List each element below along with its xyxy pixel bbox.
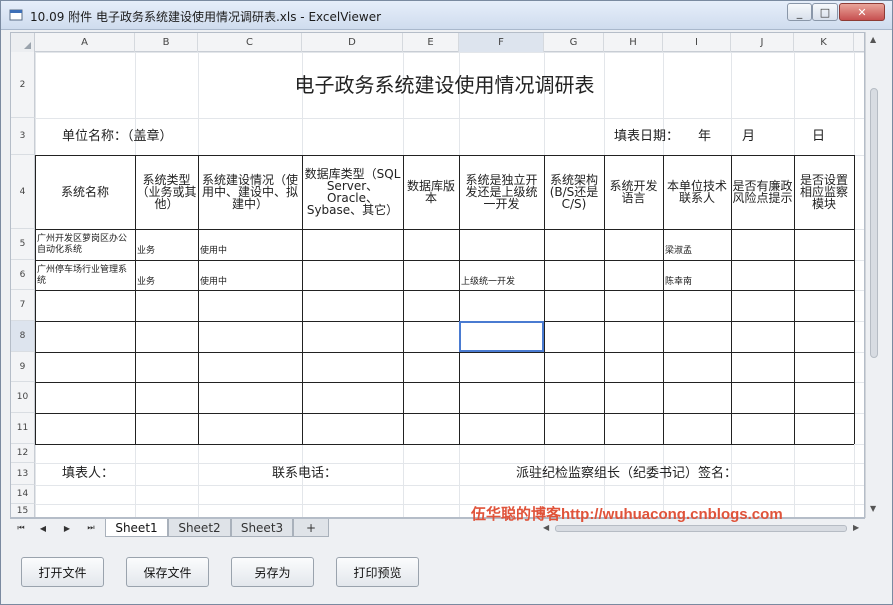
row-header-10[interactable]: 10 bbox=[11, 382, 35, 413]
excelviewer-window: 10.09 附件 电子政务系统建设使用情况调研表.xls - ExcelView… bbox=[0, 0, 893, 605]
scroll-left-icon[interactable]: ◀ bbox=[543, 523, 549, 532]
app-icon bbox=[9, 9, 23, 21]
scroll-down-icon[interactable]: ▼ bbox=[870, 504, 876, 513]
date-month-label[interactable]: 月 bbox=[742, 118, 762, 155]
close-icon: ✕ bbox=[857, 5, 867, 19]
column-header-f[interactable]: F bbox=[459, 33, 544, 52]
maximize-button[interactable]: □ bbox=[812, 3, 838, 21]
table-header-e[interactable]: 数据库版本 bbox=[403, 155, 459, 229]
row-header-9[interactable]: 9 bbox=[11, 352, 35, 382]
title-bar: 10.09 附件 电子政务系统建设使用情况调研表.xls - ExcelView… bbox=[1, 1, 892, 30]
table-header-b[interactable]: 系统类型（业务或其他） bbox=[135, 155, 198, 229]
add-sheet-button[interactable]: + bbox=[293, 519, 329, 537]
row-header-5[interactable]: 5 bbox=[11, 229, 35, 260]
tab-sheet1[interactable]: Sheet1 bbox=[105, 519, 168, 537]
cell-dev-mode[interactable]: 上级统一开发 bbox=[459, 260, 544, 290]
sheet-title[interactable]: 电子政务系统建设使用情况调研表 bbox=[35, 52, 854, 118]
column-header-g[interactable]: G bbox=[544, 33, 604, 52]
column-header-d[interactable]: D bbox=[302, 33, 403, 52]
column-header-e[interactable]: E bbox=[403, 33, 459, 52]
column-header-a[interactable]: A bbox=[35, 33, 135, 52]
table-header-h[interactable]: 系统开发语言 bbox=[604, 155, 663, 229]
table-header-d[interactable]: 数据库类型（SQL Server、Oracle、Sybase、其它） bbox=[302, 155, 403, 229]
table-header-c[interactable]: 系统建设情况（使用中、建设中、拟建中） bbox=[198, 155, 302, 229]
cell-dev-mode[interactable] bbox=[459, 229, 544, 260]
row-header-13[interactable]: 13 bbox=[11, 463, 35, 485]
window-title: 10.09 附件 电子政务系统建设使用情况调研表.xls - ExcelView… bbox=[30, 10, 382, 24]
last-sheet-icon[interactable]: ⏭ bbox=[84, 521, 98, 535]
cell-system-name[interactable]: 广州停车场行业管理系统 bbox=[35, 260, 135, 290]
vertical-scrollbar[interactable]: ▲ ▼ bbox=[865, 32, 882, 518]
phone-label[interactable]: 联系电话： bbox=[272, 463, 392, 485]
next-sheet-icon[interactable]: ▶ bbox=[60, 521, 74, 535]
horizontal-scroll-thumb[interactable] bbox=[555, 525, 847, 532]
open-file-button[interactable]: 打开文件 bbox=[21, 557, 104, 587]
blog-watermark: 伍华聪的博客http://wuhuacong.cnblogs.com bbox=[471, 506, 783, 523]
row-header-15[interactable]: 15 bbox=[11, 504, 35, 517]
cell-build-status[interactable]: 使用中 bbox=[198, 260, 302, 290]
selected-cell-f8[interactable] bbox=[459, 321, 544, 352]
table-header-i[interactable]: 本单位技术联系人 bbox=[663, 155, 731, 229]
row-header-6[interactable]: 6 bbox=[11, 260, 35, 290]
table-header-g[interactable]: 系统架构(B/S还是C/S) bbox=[544, 155, 604, 229]
spreadsheet-grid[interactable]: ABCDEFGHIJK 2 3 4 5 6 7 8 9 10 11 12 13 14 15 电子政务系统建… bbox=[10, 32, 865, 518]
scroll-up-icon[interactable]: ▲ bbox=[870, 35, 876, 44]
column-header-b[interactable]: B bbox=[135, 33, 198, 52]
column-header-j[interactable]: J bbox=[731, 33, 794, 52]
scroll-right-icon[interactable]: ▶ bbox=[853, 523, 859, 532]
table-header-k[interactable]: 是否设置相应监察模块 bbox=[794, 155, 854, 229]
row-header-7[interactable]: 7 bbox=[11, 290, 35, 321]
save-file-button[interactable]: 保存文件 bbox=[126, 557, 209, 587]
row-header-3[interactable]: 3 bbox=[11, 118, 35, 155]
table-header-j[interactable]: 是否有廉政风险点提示 bbox=[731, 155, 794, 229]
select-all-corner[interactable] bbox=[11, 33, 35, 52]
vertical-scroll-thumb[interactable] bbox=[870, 88, 878, 358]
cell-tech-contact[interactable]: 陈幸南 bbox=[663, 260, 731, 290]
first-sheet-icon[interactable]: ⏮ bbox=[14, 521, 28, 535]
row-header-4[interactable]: 4 bbox=[11, 155, 35, 229]
print-preview-button[interactable]: 打印预览 bbox=[336, 557, 419, 587]
cell-system-type[interactable]: 业务 bbox=[135, 260, 198, 290]
minimize-button[interactable]: _ bbox=[787, 3, 812, 21]
row-header-11[interactable]: 11 bbox=[11, 413, 35, 444]
row-header-8[interactable]: 8 bbox=[11, 321, 35, 352]
row-header-14[interactable]: 14 bbox=[11, 485, 35, 504]
unit-name-label[interactable]: 单位名称：（盖章） bbox=[35, 118, 302, 155]
date-day-label[interactable]: 日 bbox=[812, 118, 832, 155]
column-header-i[interactable]: I bbox=[663, 33, 731, 52]
filler-label[interactable]: 填表人： bbox=[35, 463, 198, 485]
cell-system-name[interactable]: 广州开发区萝岗区办公自动化系统 bbox=[35, 229, 135, 260]
row-header-12[interactable]: 12 bbox=[11, 444, 35, 463]
close-button[interactable]: ✕ bbox=[839, 3, 885, 21]
tab-sheet3[interactable]: Sheet3 bbox=[231, 519, 293, 537]
table-header-f[interactable]: 系统是独立开发还是上级统一开发 bbox=[459, 155, 544, 229]
row-header-2[interactable]: 2 bbox=[11, 52, 35, 118]
cell-build-status[interactable]: 使用中 bbox=[198, 229, 302, 260]
sign-label[interactable]: 派驻纪检监察组长（纪委书记）签名： bbox=[516, 463, 776, 485]
maximize-icon: □ bbox=[819, 5, 831, 19]
column-header-k[interactable]: K bbox=[794, 33, 854, 52]
fill-date-label[interactable]: 填表日期： bbox=[614, 118, 704, 155]
save-as-button[interactable]: 另存为 bbox=[231, 557, 314, 587]
minimize-icon: _ bbox=[796, 5, 803, 19]
prev-sheet-icon[interactable]: ◀ bbox=[36, 521, 50, 535]
column-header-c[interactable]: C bbox=[198, 33, 302, 52]
cell-tech-contact[interactable]: 梁淑孟 bbox=[663, 229, 731, 260]
date-year-label[interactable]: 年 bbox=[698, 118, 718, 155]
column-header-row: ABCDEFGHIJK bbox=[11, 33, 864, 52]
column-header-h[interactable]: H bbox=[604, 33, 663, 52]
table-header-a[interactable]: 系统名称 bbox=[35, 155, 135, 229]
cell-system-type[interactable]: 业务 bbox=[135, 229, 198, 260]
tab-sheet2[interactable]: Sheet2 bbox=[168, 519, 231, 537]
